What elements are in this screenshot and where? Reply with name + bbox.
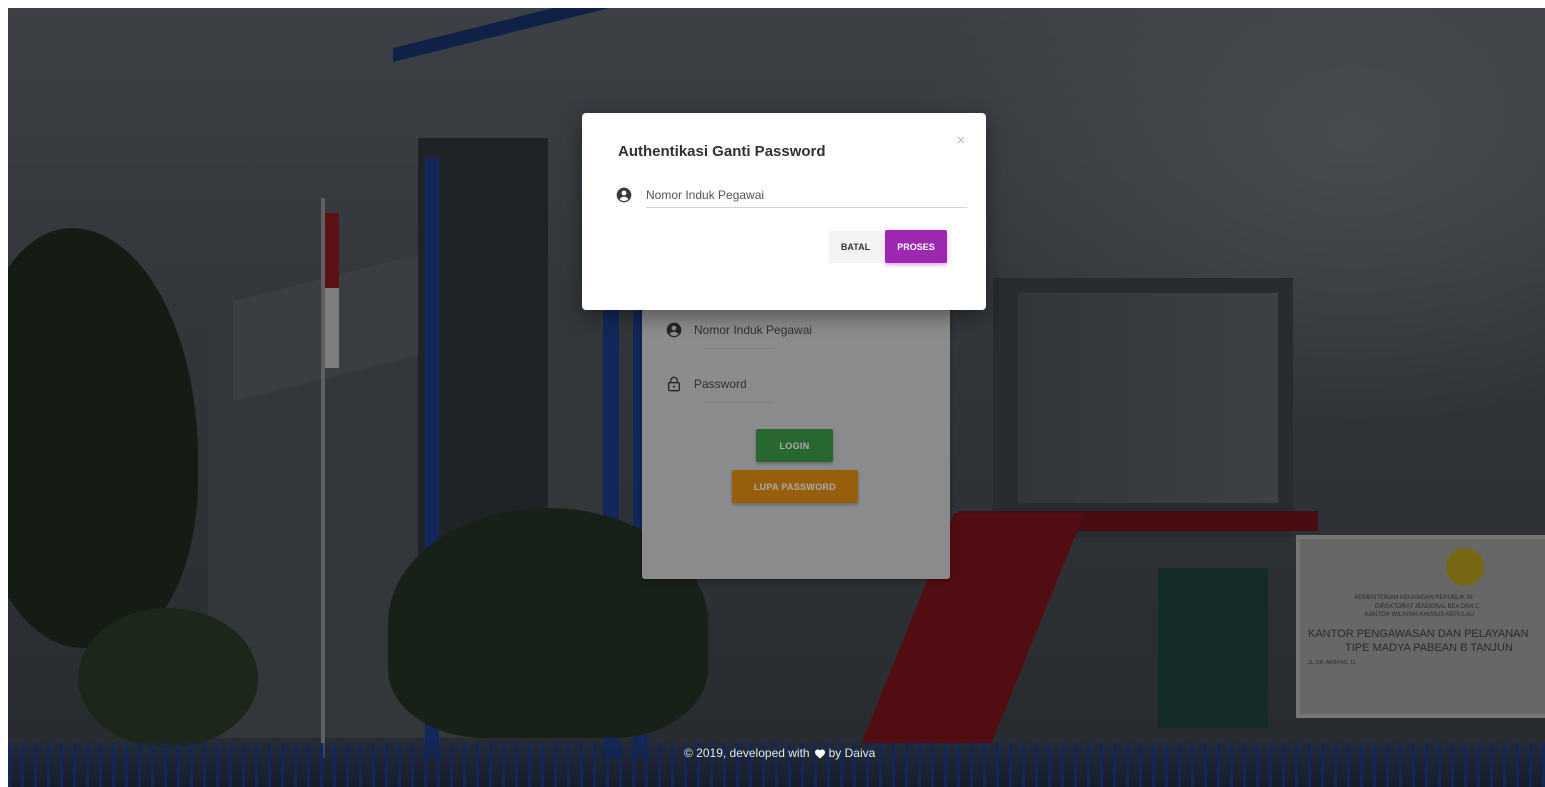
nip-input[interactable] [646, 183, 967, 208]
dialog-title: Authentikasi Ganti Password [618, 143, 826, 160]
change-password-auth-dialog: Authentikasi Ganti Password × BATAL PROS… [582, 113, 986, 310]
submit-button[interactable]: PROSES [885, 230, 947, 263]
cancel-button[interactable]: BATAL [829, 231, 882, 263]
heart-icon [814, 748, 826, 759]
account-circle-icon [616, 187, 632, 203]
dialog-nip-field [616, 183, 967, 210]
footer-prefix: © 2019, developed with [684, 746, 810, 760]
footer: © 2019, developed with by Daiva [684, 746, 875, 760]
footer-suffix: by Daiva [828, 746, 876, 760]
close-icon[interactable]: × [953, 133, 969, 149]
